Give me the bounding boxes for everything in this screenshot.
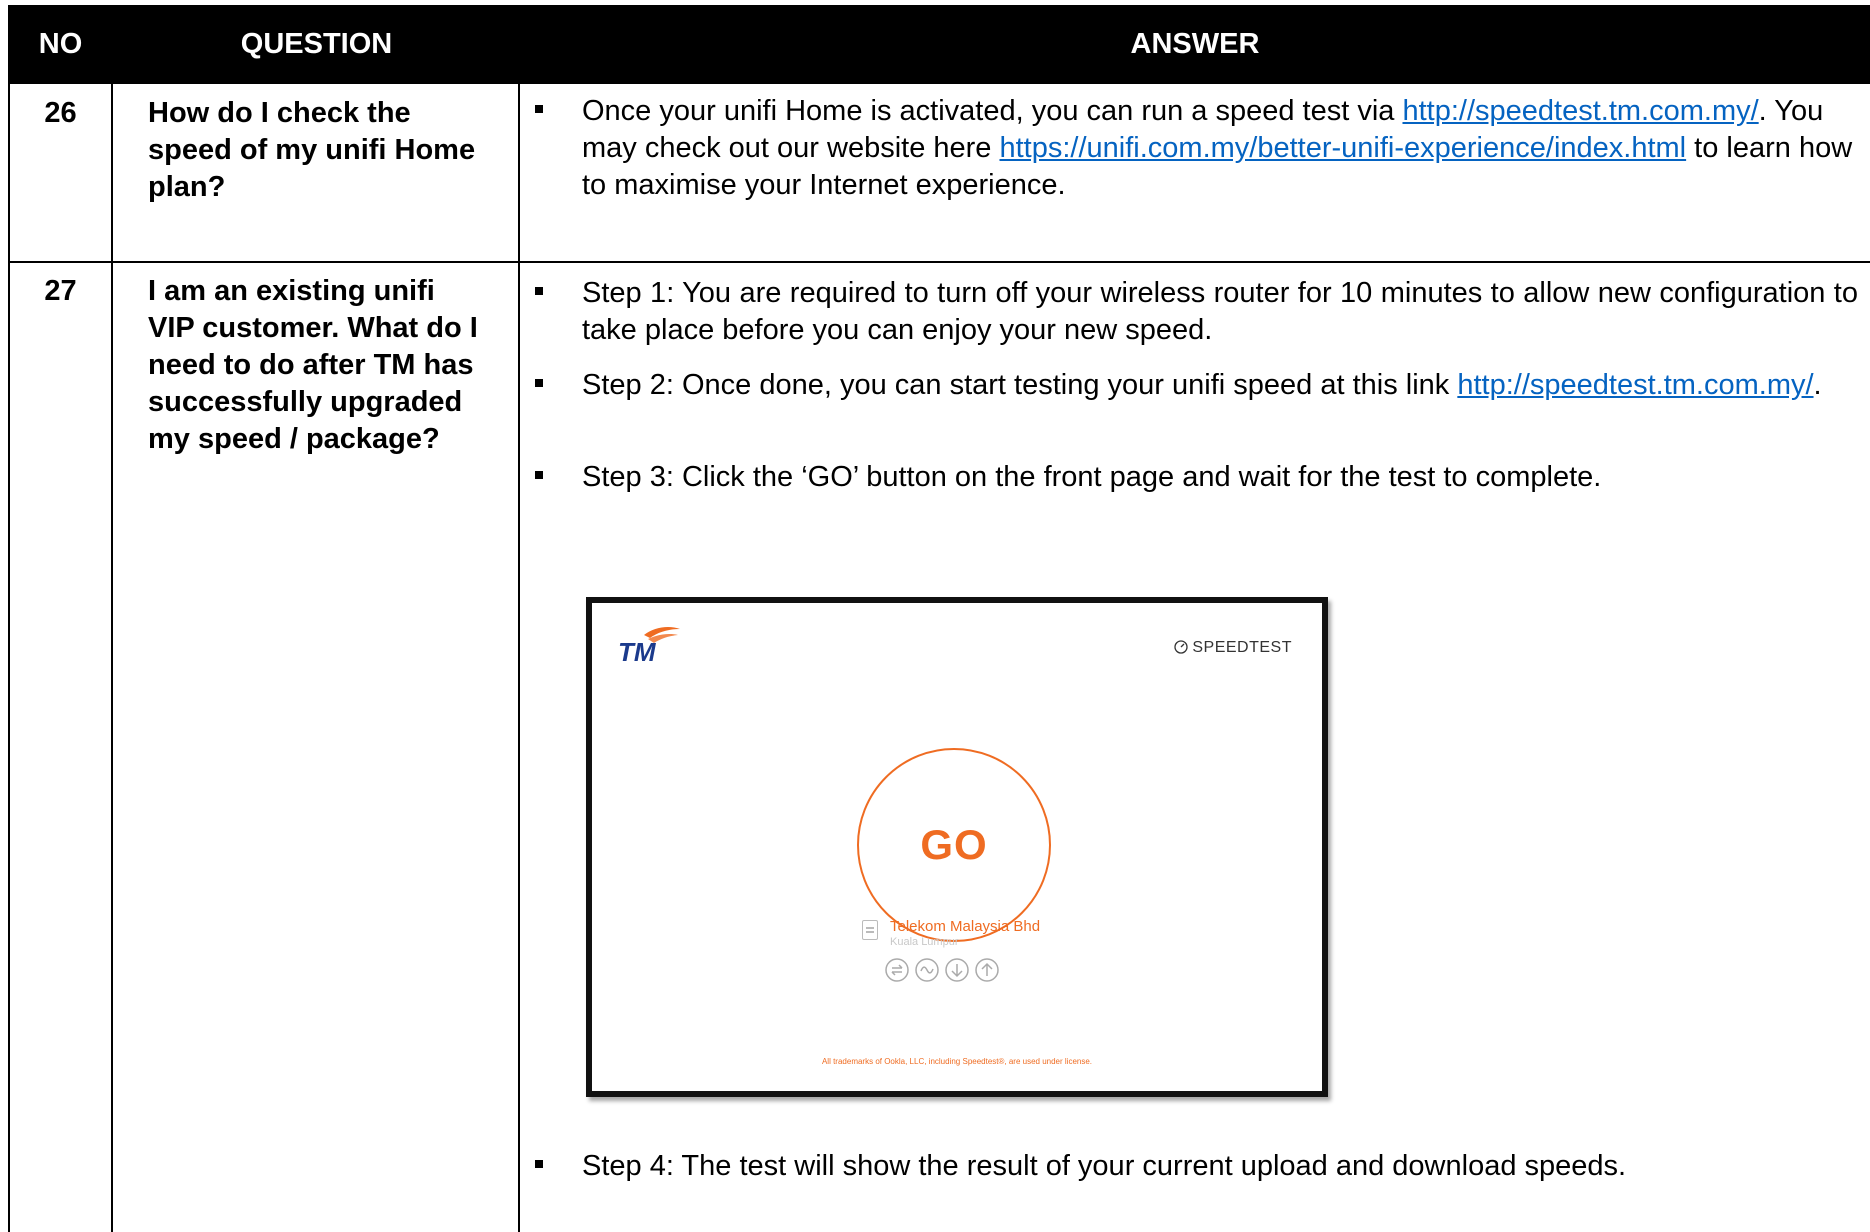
column-divider-2	[518, 84, 520, 1232]
table-header: NO QUESTION ANSWER	[8, 5, 1870, 84]
connections-icon	[885, 958, 909, 982]
step-2-text: Step 2: Once done, you can start testing…	[582, 369, 1458, 401]
go-button[interactable]: GO	[857, 748, 1051, 942]
isp-info: Telekom Malaysia Bhd Kuala Lumpur	[862, 918, 1162, 958]
question-text: How do I check the speed of my unifi Hom…	[148, 97, 476, 203]
bullet-icon	[535, 287, 543, 295]
bullet-icon	[535, 1160, 543, 1168]
isp-name: Telekom Malaysia Bhd	[890, 918, 1041, 935]
column-divider-1	[111, 84, 113, 1232]
bullet-icon	[535, 105, 543, 113]
step-3-text: Step 3: Click the ‘GO’ button on the fro…	[582, 461, 1602, 493]
row-number: 27	[44, 275, 77, 307]
list-item: Once your unifi Home is activated, you c…	[535, 93, 1858, 204]
row-divider	[8, 261, 1870, 263]
isp-location: Kuala Lumpur	[890, 936, 959, 948]
list-item: Step 3: Click the ‘GO’ button on the fro…	[535, 459, 1858, 496]
tm-logo-text: TM	[618, 637, 657, 665]
trademark-note: All trademarks of Ookla, LLC, including …	[821, 1057, 1093, 1066]
list-item: Step 2: Once done, you can start testing…	[535, 367, 1858, 404]
speedtest-link[interactable]: http://speedtest.tm.com.my/	[1402, 95, 1758, 127]
upload-icon	[975, 958, 999, 982]
header-question: QUESTION	[240, 28, 393, 60]
header-no: NO	[38, 28, 83, 60]
bullet-icon	[535, 379, 543, 387]
list-item: Step 4: The test will show the result of…	[535, 1148, 1858, 1185]
speedtest-screenshot: TM SPEEDTEST GO Telekom Malaysia Bhd Kua…	[586, 597, 1328, 1097]
unifi-experience-link[interactable]: https://unifi.com.my/better-unifi-experi…	[999, 132, 1686, 164]
ping-icon	[915, 958, 939, 982]
metric-icons	[884, 957, 1004, 985]
speedtest-link[interactable]: http://speedtest.tm.com.my/	[1457, 369, 1813, 401]
row-number: 26	[44, 97, 77, 129]
step-4-text: Step 4: The test will show the result of…	[582, 1150, 1627, 1182]
list-item: Step 1: You are required to turn off you…	[535, 275, 1858, 349]
speedtest-brand: SPEEDTEST	[1174, 639, 1292, 657]
answer-block: Once your unifi Home is activated, you c…	[535, 93, 1858, 204]
question-text: I am an existing unifi VIP customer. Wha…	[148, 275, 478, 455]
faq-table: NO QUESTION ANSWER 26 How do I check the…	[8, 5, 1870, 1232]
gauge-icon	[1174, 640, 1189, 654]
answer-block: Step 3: Click the ‘GO’ button on the fro…	[535, 459, 1858, 496]
header-answer: ANSWER	[1130, 28, 1260, 60]
table-border-left	[8, 84, 10, 1232]
server-icon	[862, 920, 878, 940]
step-2-end: .	[1813, 369, 1822, 401]
step-1-text: Step 1: You are required to turn off you…	[582, 277, 1858, 346]
bullet-icon	[535, 471, 543, 479]
tm-logo: TM	[618, 627, 680, 665]
speedtest-brand-label: SPEEDTEST	[1192, 639, 1292, 656]
answer-block: Step 4: The test will show the result of…	[535, 1148, 1858, 1185]
answer-block: Step 2: Once done, you can start testing…	[535, 367, 1858, 404]
answer-block: Step 1: You are required to turn off you…	[535, 275, 1858, 349]
answer-text: Once your unifi Home is activated, you c…	[582, 95, 1403, 127]
download-icon	[945, 958, 969, 982]
